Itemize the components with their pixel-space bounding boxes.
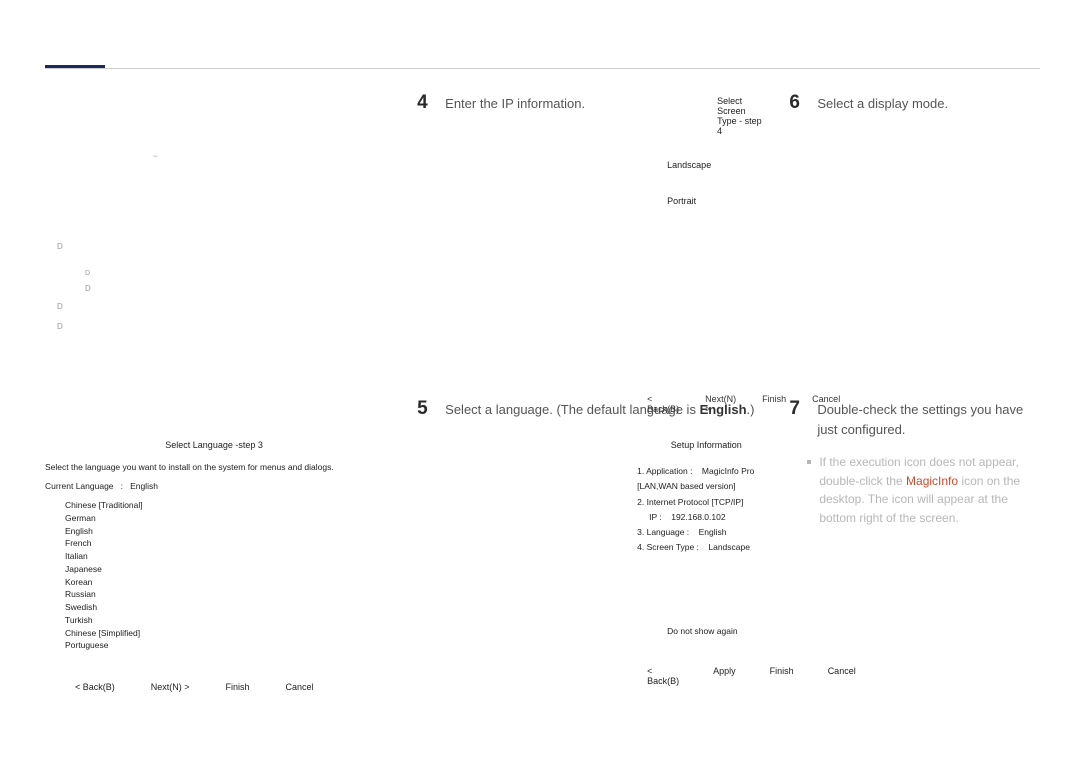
faint-d-1: D <box>57 242 63 251</box>
setup-screen-value: Landscape <box>708 542 750 552</box>
list-item[interactable]: Chinese [Simplified] <box>65 627 383 640</box>
list-item[interactable]: Portuguese <box>65 639 383 652</box>
list-item[interactable]: German <box>65 512 383 525</box>
list-item[interactable]: Chinese [Traditional] <box>65 499 383 512</box>
setup-row-language: 3. Language : English <box>637 525 775 540</box>
list-item[interactable]: Turkish <box>65 614 383 627</box>
column-1: ~ D D D D D Select Language -step 3 Sele… <box>45 92 393 723</box>
screen-option-portrait[interactable]: Portrait <box>667 196 765 206</box>
apply-button[interactable]: Apply <box>713 666 736 686</box>
step-5-number: 5 <box>417 398 445 420</box>
list-item[interactable]: Russian <box>65 588 383 601</box>
faint-d-5: D <box>57 322 63 331</box>
cancel-button[interactable]: Cancel <box>286 682 314 692</box>
setup-lang-label: 3. Language : <box>637 527 689 537</box>
setup-row-ip: IP : 192.168.0.102 <box>649 510 775 525</box>
content-columns: ~ D D D D D Select Language -step 3 Sele… <box>45 92 1040 723</box>
back-button[interactable]: < Back(B) <box>75 682 115 692</box>
column-3: 6 Select a display mode. 7 Double-check … <box>789 92 1040 723</box>
list-item[interactable]: Italian <box>65 550 383 563</box>
setup-app-label: 1. Application : <box>637 466 692 476</box>
step-6-text: Select a display mode. <box>817 92 948 114</box>
list-item[interactable]: Korean <box>65 576 383 589</box>
language-panel-title: Select Language -step 3 <box>45 440 383 450</box>
setup-info-title: Setup Information <box>637 440 775 450</box>
faint-tilde: ~ <box>153 146 158 164</box>
finish-button[interactable]: Finish <box>762 394 786 414</box>
step-7-number: 7 <box>789 398 817 420</box>
step-6-head: 6 Select a display mode. <box>789 92 1040 114</box>
setup-row-screentype: 4. Screen Type : Landscape <box>637 540 775 555</box>
language-list[interactable]: Chinese [Traditional] German English Fre… <box>65 499 383 652</box>
setup-screen-label: 4. Screen Type : <box>637 542 699 552</box>
back-button[interactable]: < Back(B) <box>647 666 679 686</box>
faint-d-2: D <box>85 270 90 277</box>
setup-ip-value: 192.168.0.102 <box>671 512 725 522</box>
column-2: 4 Enter the IP information. 5 Select a l… <box>417 92 765 723</box>
setup-ip-label: IP : <box>649 512 662 522</box>
screen-type-options: Landscape Portrait <box>667 160 765 206</box>
current-language-value: English <box>130 481 158 491</box>
next-button[interactable]: Next(N) > <box>151 682 190 692</box>
faint-d-3: D <box>85 284 91 293</box>
setup-row-protocol: 2. Internet Protocol [TCP/IP] <box>637 495 775 510</box>
step-6-number: 6 <box>789 92 817 114</box>
current-language-label: Current Language <box>45 481 114 491</box>
execution-note: If the execution icon does not appear, d… <box>807 453 1040 527</box>
language-panel-desc: Select the language you want to install … <box>45 462 383 473</box>
step-7-text: Double-check the settings you have just … <box>817 398 1040 439</box>
list-item[interactable]: English <box>65 525 383 538</box>
step-4-text: Enter the IP information. <box>445 92 585 114</box>
setup-info-list: 1. Application : MagicInfo Pro [LAN,WAN … <box>637 464 775 556</box>
setup-row-application: 1. Application : MagicInfo Pro [LAN,WAN … <box>637 464 775 495</box>
list-item[interactable]: Swedish <box>65 601 383 614</box>
list-item[interactable]: Japanese <box>65 563 383 576</box>
list-item[interactable]: French <box>65 537 383 550</box>
do-not-show-again[interactable]: Do not show again <box>667 626 775 636</box>
next-button[interactable]: Next(N) > <box>705 394 736 414</box>
setup-buttons: < Back(B) Apply Finish Cancel <box>637 666 775 686</box>
header-rule <box>45 68 1040 69</box>
back-button[interactable]: < Back(B) <box>647 394 679 414</box>
language-panel: Select Language -step 3 Select the langu… <box>45 440 383 692</box>
screen-type-panel: Select Screen Type - step 4 Landscape Po… <box>637 96 765 206</box>
step-7-head: 7 Double-check the settings you have jus… <box>789 398 1040 439</box>
setup-info-panel: Setup Information 1. Application : Magic… <box>637 440 775 686</box>
language-buttons: < Back(B) Next(N) > Finish Cancel <box>45 682 383 692</box>
current-language-row: Current Language : English <box>45 481 383 491</box>
faint-d-4: D <box>57 302 63 311</box>
screen-option-landscape[interactable]: Landscape <box>667 160 765 170</box>
note-brand: MagicInfo <box>906 474 958 488</box>
finish-button[interactable]: Finish <box>226 682 250 692</box>
step-4-number: 4 <box>417 92 445 114</box>
screen-type-title: Select Screen Type - step 4 <box>717 96 765 136</box>
setup-lang-value: English <box>699 527 727 537</box>
